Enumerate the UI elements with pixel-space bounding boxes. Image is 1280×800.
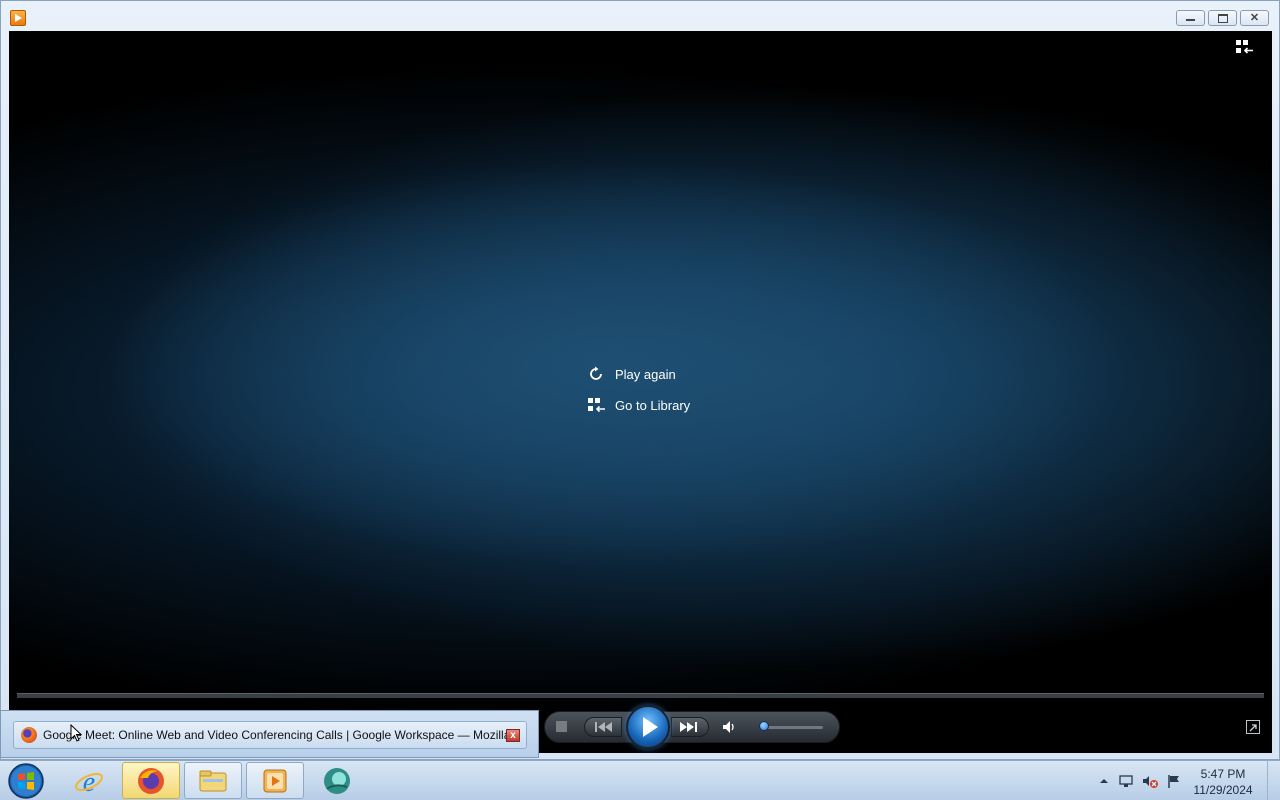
- play-button[interactable]: [626, 705, 670, 749]
- windows-media-player-icon: [263, 769, 287, 792]
- firefox-icon: [21, 727, 37, 743]
- screen: ✕ Play again Go to Library Google Meet: …: [0, 0, 1280, 800]
- media-player-icon[interactable]: [10, 10, 26, 26]
- mute-button[interactable]: [721, 719, 737, 735]
- show-desktop-button[interactable]: [1267, 761, 1280, 800]
- taskbar-app[interactable]: [308, 762, 366, 799]
- thumbnail-item[interactable]: Google Meet: Online Web and Video Confer…: [13, 721, 527, 749]
- action-center-flag-icon[interactable]: [1166, 773, 1182, 789]
- seek-bar[interactable]: [17, 693, 1264, 698]
- library-icon: [588, 398, 605, 413]
- file-explorer-icon: [199, 770, 227, 791]
- previous-button[interactable]: [584, 717, 622, 737]
- play-again-button[interactable]: Play again: [587, 361, 690, 387]
- taskbar-windows-media-player[interactable]: [246, 762, 304, 799]
- taskbar-internet-explorer[interactable]: e: [60, 762, 118, 799]
- volume-slider[interactable]: [761, 726, 823, 729]
- title-bar[interactable]: ✕: [1, 1, 1279, 31]
- svg-text:e: e: [83, 767, 95, 797]
- window-controls: ✕: [1176, 10, 1269, 26]
- minimize-icon: [1186, 19, 1195, 21]
- media-player-window: ✕ Play again Go to Library: [0, 0, 1280, 760]
- switch-to-now-playing-button[interactable]: [1246, 720, 1260, 734]
- taskbar: e 5:47 PM 11/29/2024: [0, 760, 1280, 800]
- next-button[interactable]: [671, 717, 709, 737]
- go-to-library-label: Go to Library: [615, 397, 691, 413]
- play-icon: [643, 717, 658, 737]
- internet-explorer-icon: e: [75, 767, 103, 797]
- switch-to-library-icon[interactable]: [1236, 40, 1254, 54]
- restore-icon: [1217, 13, 1228, 23]
- taskbar-file-explorer[interactable]: [184, 762, 242, 799]
- close-button[interactable]: ✕: [1240, 10, 1269, 26]
- previous-icon: [595, 722, 612, 732]
- show-hidden-icons-icon[interactable]: [1096, 773, 1112, 789]
- mouse-cursor-icon: [70, 724, 82, 742]
- system-tray: 5:47 PM 11/29/2024: [1090, 761, 1280, 800]
- taskbar-firefox[interactable]: [122, 762, 180, 799]
- close-icon: ✕: [1249, 11, 1260, 24]
- thumbnail-window-title: Google Meet: Online Web and Video Confer…: [43, 728, 506, 742]
- clock-time: 5:47 PM: [1200, 767, 1246, 781]
- app-icon: [324, 767, 350, 794]
- clock-date: 11/29/2024: [1193, 783, 1253, 797]
- video-area[interactable]: Play again Go to Library: [9, 31, 1272, 753]
- restore-button[interactable]: [1208, 10, 1237, 26]
- volume-muted-icon[interactable]: [1142, 773, 1158, 789]
- network-icon[interactable]: [1118, 773, 1134, 789]
- start-button[interactable]: [6, 762, 46, 800]
- next-icon: [680, 722, 697, 732]
- play-again-label: Play again: [615, 366, 676, 382]
- minimize-button[interactable]: [1176, 10, 1205, 26]
- end-of-playback-menu: Play again Go to Library: [587, 361, 690, 423]
- thumbnail-close-button[interactable]: x: [506, 728, 520, 742]
- switch-view-icon: [1249, 724, 1257, 732]
- replay-icon: [590, 366, 602, 380]
- clock[interactable]: 5:47 PM 11/29/2024: [1188, 766, 1258, 798]
- stop-button[interactable]: [556, 721, 567, 732]
- go-to-library-button[interactable]: Go to Library: [587, 392, 690, 418]
- firefox-icon: [138, 767, 164, 794]
